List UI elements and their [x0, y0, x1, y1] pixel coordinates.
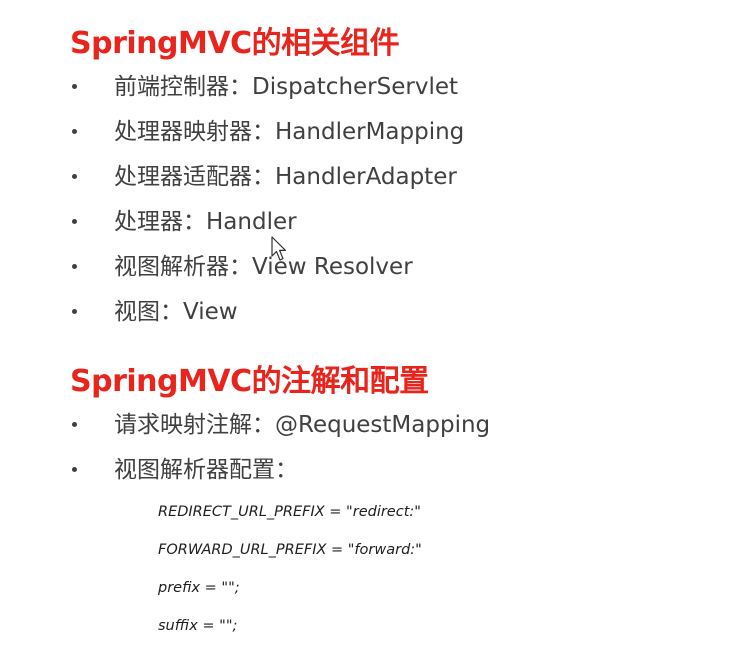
list-item-text: 处理器：Handler	[114, 209, 297, 235]
list-item-text: 视图解析器：View Resolver	[114, 254, 413, 280]
list-item: 处理器映射器：HandlerMapping	[0, 113, 700, 158]
list-item: 视图：View	[0, 293, 700, 338]
list-item-text: 处理器适配器：HandlerAdapter	[114, 164, 457, 190]
components-list: 前端控制器：DispatcherServlet 处理器映射器：HandlerMa…	[0, 68, 700, 338]
code-line: FORWARD_URL_PREFIX = "forward:"	[158, 542, 422, 558]
bullet-icon	[72, 422, 77, 427]
bullet-icon	[72, 467, 77, 472]
code-line: REDIRECT_URL_PREFIX = "redirect:"	[158, 504, 421, 520]
bullet-icon	[72, 309, 77, 314]
list-item: 处理器：Handler	[0, 203, 700, 248]
list-item: 视图解析器配置：	[0, 451, 700, 496]
bullet-icon	[72, 264, 77, 269]
list-item: 处理器适配器：HandlerAdapter	[0, 158, 700, 203]
slide: SpringMVC的相关组件 前端控制器：DispatcherServlet 处…	[0, 0, 750, 656]
list-item-text: 视图解析器配置：	[114, 457, 298, 483]
list-item-text: 请求映射注解：@RequestMapping	[114, 412, 491, 438]
list-item: 请求映射注解：@RequestMapping	[0, 406, 700, 451]
list-item: 视图解析器：View Resolver	[0, 248, 700, 293]
list-item-text: 视图：View	[114, 299, 238, 325]
bullet-icon	[72, 219, 77, 224]
code-line: prefix = "";	[158, 580, 240, 596]
bullet-icon	[72, 174, 77, 179]
list-item: 前端控制器：DispatcherServlet	[0, 68, 700, 113]
list-item-text: 前端控制器：DispatcherServlet	[114, 74, 459, 100]
section-title-components: SpringMVC的相关组件	[70, 26, 400, 61]
bullet-icon	[72, 84, 77, 89]
list-item-text: 处理器映射器：HandlerMapping	[114, 119, 465, 145]
code-line: suffix = "";	[158, 618, 238, 634]
section-title-annotations: SpringMVC的注解和配置	[70, 364, 429, 399]
annotations-list: 请求映射注解：@RequestMapping 视图解析器配置：	[0, 406, 700, 496]
bullet-icon	[72, 129, 77, 134]
view-resolver-config-code: REDIRECT_URL_PREFIX = "redirect:" FORWAR…	[158, 498, 422, 650]
mouse-pointer-icon	[271, 236, 287, 261]
